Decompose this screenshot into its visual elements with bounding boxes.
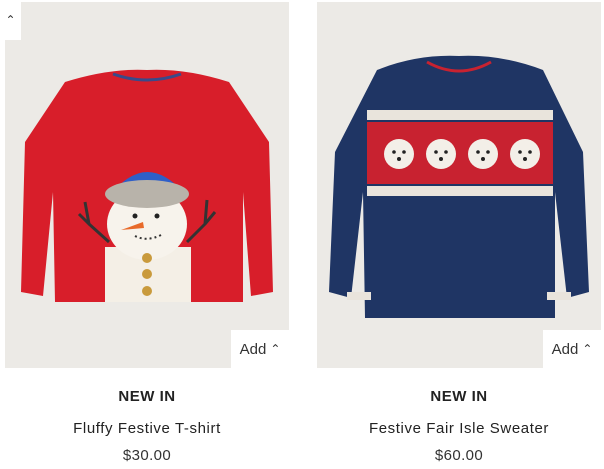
product-card-fluffy-festive-tshirt[interactable]: Add ⌃ NEW IN Fluffy Festive T-shirt $30.… bbox=[5, 0, 289, 469]
product-image[interactable]: Add ⌃ bbox=[5, 2, 289, 368]
fair-isle-sweater-illustration bbox=[317, 2, 601, 368]
snowman-tshirt-illustration bbox=[5, 2, 289, 368]
product-card-festive-fair-isle-sweater[interactable]: Add ⌃ NEW IN Festive Fair Isle Sweater $… bbox=[317, 0, 601, 469]
new-in-badge: NEW IN bbox=[430, 388, 488, 405]
add-label: Add bbox=[239, 340, 267, 358]
chevron-up-icon: ⌃ bbox=[270, 342, 281, 356]
add-button[interactable]: Add ⌃ bbox=[543, 330, 601, 368]
chevron-up-icon: ⌃ bbox=[5, 13, 16, 27]
add-label: Add bbox=[551, 340, 579, 358]
product-name[interactable]: Festive Fair Isle Sweater bbox=[317, 420, 601, 437]
new-in-badge: NEW IN bbox=[118, 388, 176, 405]
add-button[interactable]: Add ⌃ bbox=[231, 330, 289, 368]
product-name[interactable]: Fluffy Festive T-shirt bbox=[5, 420, 289, 437]
scroll-up-button[interactable]: ⌃ bbox=[0, 0, 21, 40]
product-image[interactable]: Add ⌃ bbox=[317, 2, 601, 368]
chevron-up-icon: ⌃ bbox=[582, 342, 593, 356]
product-price: $30.00 bbox=[122, 447, 172, 464]
product-price: $60.00 bbox=[434, 447, 484, 464]
